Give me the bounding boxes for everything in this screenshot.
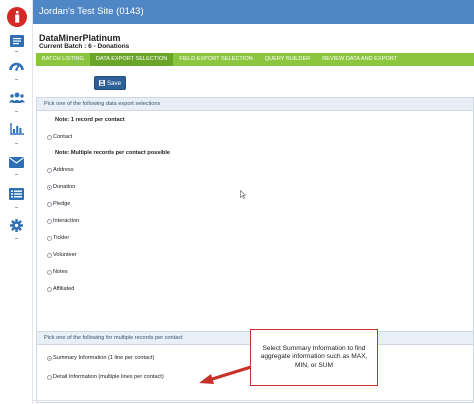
radio-button[interactable] — [47, 134, 52, 140]
people-icon[interactable] — [8, 91, 25, 105]
radio-option-summary-information[interactable]: Summary Information (1 line per contact) — [47, 355, 154, 361]
radio-label: Tickler — [53, 235, 70, 241]
tab-query-builder[interactable]: QUERY BUILDER — [259, 53, 317, 66]
gear-icon[interactable] — [8, 218, 25, 232]
nav-separator — [15, 238, 18, 239]
radio-option-contact[interactable]: Contact — [47, 134, 72, 140]
note-multiple-records: Note: Multiple records per contact possi… — [55, 150, 171, 156]
nav-separator — [15, 79, 18, 80]
main-content: DataMinerPlatinum Current Batch : 6 - Do… — [33, 24, 474, 404]
note-single-record: Note: 1 record per contact — [55, 117, 125, 123]
save-button[interactable]: Save — [94, 76, 126, 90]
radio-button[interactable] — [47, 269, 52, 275]
nav-separator — [15, 111, 18, 112]
radio-button[interactable] — [47, 235, 52, 241]
nav-separator — [15, 207, 18, 208]
top-bar: Jordan's Test Site (0143) — [33, 0, 474, 24]
radio-option-notes[interactable]: Notes — [47, 269, 68, 275]
logo-icon[interactable] — [7, 7, 27, 27]
radio-option-detail-information[interactable]: Detail Information (multiple lines per c… — [47, 374, 164, 380]
sidebar — [0, 0, 33, 404]
radio-option-volunteer[interactable]: Volunteer — [47, 252, 77, 258]
radio-label: Affiliated — [53, 286, 75, 292]
radio-option-interaction[interactable]: Interaction — [47, 218, 79, 224]
bar-chart-icon[interactable] — [8, 122, 25, 136]
radio-label: Donation — [53, 184, 76, 190]
radio-label: Summary Information (1 line per contact) — [53, 355, 155, 361]
radio-button[interactable] — [47, 218, 52, 224]
tab-bar: BATCH LISTING DATA EXPORT SELECTION FIEL… — [36, 53, 474, 66]
envelope-icon[interactable] — [8, 155, 25, 169]
nav-separator — [15, 174, 18, 175]
nav-separator — [15, 51, 18, 52]
radio-option-tickler[interactable]: Tickler — [47, 235, 69, 241]
current-batch-label: Current Batch : 6 - Donations — [39, 43, 130, 50]
tab-data-export-selection[interactable]: DATA EXPORT SELECTION — [89, 53, 174, 66]
radio-label: Detail Information (multiple lines per c… — [53, 374, 164, 380]
radio-button[interactable] — [47, 374, 52, 380]
nav-separator — [15, 143, 18, 144]
radio-button[interactable] — [47, 201, 52, 207]
data-export-selection-panel: Pick one of the following data export se… — [36, 97, 474, 339]
radio-label: Notes — [53, 269, 68, 275]
floppy-disk-icon — [98, 80, 105, 86]
panel-heading: Pick one of the following data export se… — [37, 98, 473, 111]
radio-option-affiliated[interactable]: Affiliated — [47, 286, 74, 292]
radio-button[interactable] — [47, 286, 52, 292]
radio-option-donation[interactable]: Donation — [47, 184, 75, 190]
app-name: DataMinerPlatinum — [39, 33, 121, 43]
radio-label: Interaction — [53, 218, 80, 224]
callout-arrow-icon — [199, 365, 252, 384]
radio-button[interactable] — [47, 167, 52, 173]
site-title: Jordan's Test Site (0143) — [39, 6, 144, 17]
radio-label: Volunteer — [53, 252, 77, 258]
summary-information-callout: Select Summary Information to find aggre… — [250, 329, 378, 386]
horizontal-scrollbar[interactable] — [33, 400, 474, 401]
tab-review-data-and-export[interactable]: REVIEW DATA AND EXPORT — [316, 53, 403, 66]
radio-button-selected[interactable] — [47, 184, 52, 190]
radio-button-selected[interactable] — [47, 355, 52, 361]
save-button-label: Save — [106, 79, 122, 87]
mouse-cursor-icon — [240, 190, 246, 199]
tab-field-export-selection[interactable]: FIELD EXPORT SELECTION — [173, 53, 258, 66]
radio-label: Pledge — [53, 201, 71, 207]
speedometer-icon[interactable] — [8, 59, 25, 73]
radio-label: Address — [53, 167, 74, 173]
radio-option-pledge[interactable]: Pledge — [47, 201, 70, 207]
radio-option-address[interactable]: Address — [47, 167, 74, 173]
tab-batch-listing[interactable]: BATCH LISTING — [36, 53, 90, 66]
dashboard-document-icon[interactable] — [8, 34, 25, 48]
radio-label: Contact — [53, 134, 73, 140]
radio-button[interactable] — [47, 252, 52, 258]
list-icon[interactable] — [8, 187, 25, 201]
